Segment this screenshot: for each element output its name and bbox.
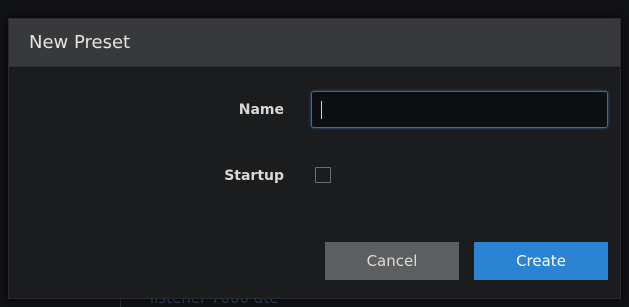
- name-row: Name: [9, 91, 620, 129]
- dialog-header: New Preset: [9, 19, 620, 67]
- name-label: Name: [238, 102, 284, 118]
- startup-row: Startup: [9, 157, 620, 195]
- startup-checkbox[interactable]: [315, 167, 331, 183]
- dialog-title: New Preset: [29, 32, 131, 53]
- name-input[interactable]: [311, 91, 608, 128]
- create-button[interactable]: Create: [474, 242, 608, 280]
- text-caret: [321, 101, 322, 119]
- startup-label: Startup: [224, 168, 284, 184]
- new-preset-dialog: New Preset Name Startup Cancel Create: [8, 18, 621, 299]
- cancel-button[interactable]: Cancel: [325, 242, 459, 280]
